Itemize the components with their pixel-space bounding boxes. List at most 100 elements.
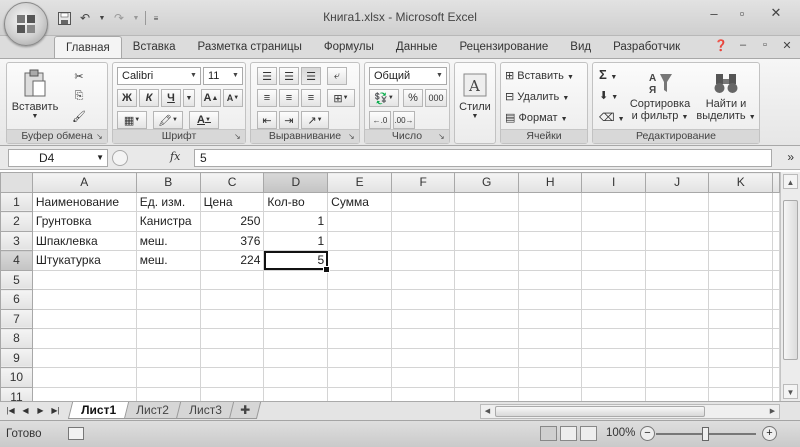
sort-filter-button[interactable]: AЯ Сортировка и фильтр ▼ (627, 65, 693, 127)
prev-sheet-icon[interactable]: ◀ (19, 404, 32, 418)
cell[interactable] (390, 367, 456, 388)
cell[interactable] (390, 191, 456, 212)
row-header[interactable]: 11 (0, 386, 33, 401)
cell[interactable] (644, 269, 710, 290)
copy-icon[interactable]: ⎘ (69, 87, 89, 105)
column-header[interactable]: K (708, 172, 773, 193)
cell[interactable]: Ед. изм. (135, 191, 201, 212)
cell[interactable] (581, 230, 646, 251)
cell[interactable] (327, 289, 392, 310)
cell[interactable] (772, 367, 780, 388)
doc-minimize-icon[interactable]: – (736, 39, 750, 52)
row-header[interactable]: 2 (0, 211, 33, 232)
cell[interactable]: 5 (263, 250, 331, 273)
font-name-select[interactable]: Calibri ▼ (117, 67, 201, 85)
row-header[interactable]: 10 (0, 367, 33, 388)
cell[interactable] (772, 191, 780, 212)
cell[interactable] (772, 347, 780, 368)
cell[interactable] (517, 308, 583, 329)
font-color-icon[interactable]: A ▼ (189, 111, 219, 129)
cell[interactable] (772, 328, 780, 349)
cell[interactable]: Сумма (327, 191, 392, 212)
cell[interactable]: Канистра (135, 211, 201, 232)
sheet-tab[interactable]: Лист2 (122, 402, 182, 419)
font-size-select[interactable]: 11 ▼ (203, 67, 243, 85)
cell[interactable]: Цена (199, 191, 265, 212)
ribbon-tab[interactable]: Разметка страницы (187, 36, 313, 58)
cell[interactable]: 250 (199, 211, 265, 232)
cell[interactable] (772, 230, 780, 251)
cell[interactable] (327, 269, 392, 290)
cell[interactable] (31, 308, 137, 329)
cell[interactable] (644, 211, 710, 232)
cell[interactable] (263, 308, 329, 329)
cell[interactable] (390, 347, 456, 368)
cell[interactable] (708, 250, 773, 271)
format-painter-icon[interactable]: 🖌 (69, 107, 89, 125)
zoom-level[interactable]: 100% (606, 427, 635, 439)
find-select-button[interactable]: Найти и выделить ▼ (695, 65, 757, 127)
fill-icon[interactable]: ⬇ ▼ (599, 89, 618, 102)
cell[interactable] (581, 289, 646, 310)
align-bottom-icon[interactable]: ☰ (301, 67, 321, 85)
cell[interactable] (581, 367, 646, 388)
cell[interactable] (390, 269, 456, 290)
scroll-right-icon[interactable]: ▶ (766, 405, 779, 418)
insert-function-button[interactable]: fx (170, 150, 180, 163)
cell[interactable] (581, 347, 646, 368)
expand-formula-bar-icon[interactable]: » (787, 150, 794, 164)
cell[interactable]: 1 (263, 211, 329, 232)
cell[interactable] (390, 328, 456, 349)
cell[interactable] (390, 308, 456, 329)
format-cells-button[interactable]: ▤ Формат ▼ (505, 111, 568, 124)
cell[interactable] (708, 367, 773, 388)
cell[interactable]: Наименование (31, 191, 137, 212)
cell[interactable] (517, 230, 583, 251)
cell[interactable] (327, 250, 392, 271)
align-center-icon[interactable]: ≡ (279, 89, 299, 107)
cell[interactable]: меш. (135, 250, 201, 271)
cell[interactable] (199, 367, 265, 388)
normal-view-icon[interactable] (540, 426, 557, 441)
cell[interactable] (581, 308, 646, 329)
cell[interactable] (708, 191, 773, 212)
sheet-tab[interactable]: Лист1 (67, 402, 130, 419)
column-header[interactable]: A (31, 172, 137, 193)
align-right-icon[interactable]: ≡ (301, 89, 321, 107)
cell[interactable] (327, 386, 392, 401)
ribbon-tab[interactable]: Рецензирование (448, 36, 559, 58)
row-header[interactable]: 4 (0, 250, 33, 271)
column-header[interactable]: E (327, 172, 392, 193)
ribbon-tab[interactable]: Вставка (122, 36, 187, 58)
cell[interactable] (454, 230, 519, 251)
ribbon-tab[interactable]: Вид (559, 36, 602, 58)
cell[interactable] (772, 386, 780, 401)
sheet-tab[interactable]: Лист3 (175, 402, 235, 419)
cell[interactable] (390, 289, 456, 310)
cells-table[interactable]: ABCDEFGHIJK 1 Наименование Ед. изм. Цена Кол… (0, 172, 780, 401)
autosum-icon[interactable]: Σ ▼ (599, 67, 617, 82)
shrink-font-icon[interactable]: A ▼ (223, 89, 243, 107)
cell[interactable] (644, 250, 710, 271)
cell[interactable] (708, 347, 773, 368)
close-icon[interactable]: ✕ (756, 4, 796, 22)
cut-icon[interactable]: ✂ (69, 67, 89, 85)
cell[interactable] (263, 328, 329, 349)
increase-decimal-icon[interactable]: ←.0 (369, 111, 391, 129)
next-sheet-icon[interactable]: ▶ (34, 404, 47, 418)
number-launcher-icon[interactable]: ↘ (438, 132, 447, 141)
doc-close-icon[interactable]: ✕ (780, 39, 794, 52)
page-break-view-icon[interactable] (580, 426, 597, 441)
cell[interactable] (517, 328, 583, 349)
scroll-down-icon[interactable]: ▼ (783, 384, 798, 399)
cell[interactable] (454, 250, 519, 271)
cell[interactable] (199, 289, 265, 310)
cell[interactable]: Штукатурка (31, 250, 137, 271)
horizontal-scrollbar[interactable]: ◀ ▶ (480, 404, 780, 419)
cell[interactable] (390, 250, 456, 271)
cell[interactable] (517, 347, 583, 368)
wrap-text-icon[interactable]: ⤶ (327, 67, 347, 85)
cell[interactable] (708, 211, 773, 232)
cell[interactable] (199, 328, 265, 349)
cell[interactable]: 224 (199, 250, 265, 271)
